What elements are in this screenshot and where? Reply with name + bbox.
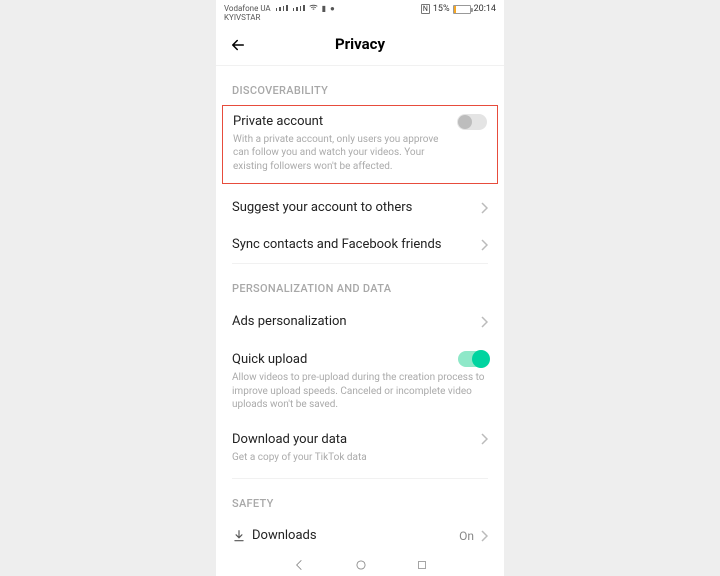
chevron-right-icon — [480, 433, 488, 445]
signal-icon — [293, 5, 305, 11]
phone-screen: Vodafone UA ▮ ● KYIVSTAR N 15% 20:14 Pri — [216, 0, 504, 576]
highlighted-private-account: Private account With a private account, … — [222, 105, 498, 185]
ads-personalization-title: Ads personalization — [232, 314, 347, 329]
header: Privacy — [216, 25, 504, 66]
section-header-personalization: PERSONALIZATION AND DATA — [216, 264, 504, 303]
page-title: Privacy — [335, 35, 385, 53]
status-bar: Vodafone UA ▮ ● KYIVSTAR N 15% 20:14 — [216, 0, 504, 25]
private-account-toggle[interactable] — [457, 114, 487, 130]
ads-personalization-row[interactable]: Ads personalization — [216, 303, 504, 340]
private-account-desc: With a private account, only users you a… — [233, 133, 457, 174]
quick-upload-title: Quick upload — [232, 352, 307, 367]
nav-recent-icon[interactable] — [416, 559, 428, 571]
quick-upload-toggle[interactable] — [458, 351, 488, 367]
battery-pct: 15% — [433, 4, 450, 14]
section-header-discoverability: DISCOVERABILITY — [216, 66, 504, 105]
nav-home-icon[interactable] — [354, 558, 368, 572]
suggest-account-title: Suggest your account to others — [232, 200, 412, 215]
download-icon — [232, 529, 246, 543]
download-data-row[interactable]: Download your data Get a copy of your Ti… — [216, 418, 504, 471]
nav-bar — [216, 554, 504, 576]
download-data-desc: Get a copy of your TikTok data — [232, 451, 488, 465]
downloads-title: Downloads — [252, 528, 317, 543]
wifi-icon — [309, 4, 320, 13]
carrier-1: Vodafone UA — [224, 4, 271, 13]
section-header-safety: SAFETY — [216, 479, 504, 518]
chevron-right-icon — [480, 316, 488, 328]
downloads-value: On — [459, 529, 474, 543]
chevron-right-icon — [480, 239, 488, 251]
private-account-row[interactable]: Private account With a private account, … — [233, 114, 487, 174]
status-time: 20:14 — [474, 4, 496, 14]
nav-back-icon[interactable] — [292, 558, 306, 572]
nfc-icon: N — [421, 4, 430, 14]
status-left: Vodafone UA ▮ ● KYIVSTAR — [224, 4, 335, 23]
sync-contacts-title: Sync contacts and Facebook friends — [232, 237, 441, 252]
status-right: N 15% 20:14 — [421, 4, 496, 14]
carrier-2: KYIVSTAR — [224, 14, 335, 23]
chevron-right-icon — [480, 202, 488, 214]
battery-icon-small: ▮ — [322, 4, 326, 13]
download-data-title: Download your data — [232, 432, 347, 447]
private-account-title: Private account — [233, 114, 457, 129]
signal-icon — [276, 5, 288, 11]
arrow-left-icon — [229, 36, 247, 54]
battery-icon — [453, 5, 471, 14]
suggest-account-row[interactable]: Suggest your account to others — [216, 184, 504, 226]
quick-upload-desc: Allow videos to pre-upload during the cr… — [232, 371, 488, 412]
chevron-right-icon — [480, 530, 488, 542]
chat-icon: ● — [330, 4, 335, 13]
downloads-row[interactable]: Downloads On — [216, 518, 504, 553]
back-button[interactable] — [228, 35, 248, 55]
content[interactable]: DISCOVERABILITY Private account With a p… — [216, 66, 504, 576]
sync-contacts-row[interactable]: Sync contacts and Facebook friends — [216, 226, 504, 263]
quick-upload-row[interactable]: Quick upload Allow videos to pre-upload … — [216, 340, 504, 418]
